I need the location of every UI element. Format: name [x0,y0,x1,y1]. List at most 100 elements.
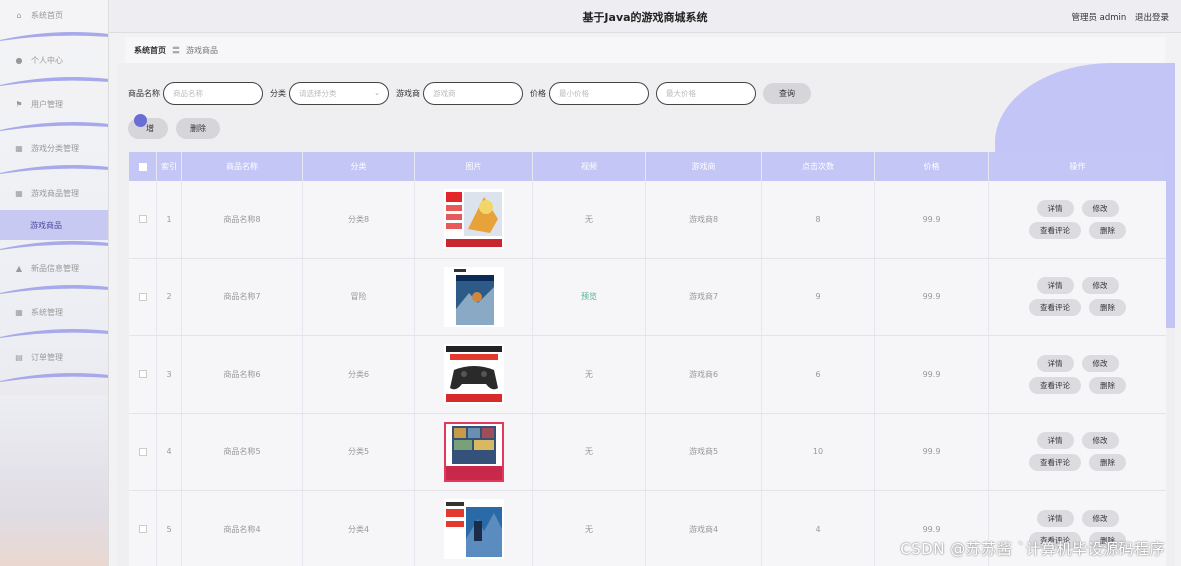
product-image[interactable] [443,189,504,250]
clicks-cell: 8 [762,181,875,258]
detail-button[interactable]: 详情 [1036,432,1074,450]
image-cell [415,181,533,258]
sidebar-item-label: 游戏分类管理 [31,143,79,153]
view-comments-button[interactable]: 查看评论 [1029,299,1081,317]
video-preview-link[interactable]: 预览 [581,291,597,302]
sidebar-item-users[interactable]: ⚑ 用户管理 [0,93,108,115]
bank-icon: ▲ [15,263,23,273]
sidebar-item-label: 订单管理 [31,352,63,362]
row-checkbox-cell [129,258,157,335]
main-content: 商品名称 商品名称 分类 请选择分类 ⌄ 游戏商 游戏商 价格 最小价格 最大价… [118,63,1175,566]
sidebar-divider [0,76,108,86]
name-cell: 商品名称7 [182,258,303,335]
select-all-checkbox[interactable] [138,162,147,171]
logout-link[interactable]: 退出登录 [1135,13,1169,23]
home-icon: ⌂ [16,10,22,20]
category-placeholder: 请选择分类 [299,88,337,98]
detail-button[interactable]: 详情 [1036,199,1074,217]
row-checkbox-cell [129,413,157,490]
edit-button[interactable]: 修改 [1081,432,1119,450]
row-checkbox[interactable] [138,292,147,301]
breadcrumb-separator: 〓 [172,45,180,55]
sidebar-divider [0,164,108,174]
view-comments-button[interactable]: 查看评论 [1029,454,1081,472]
query-button[interactable]: 查询 [763,82,811,104]
edit-button[interactable]: 修改 [1081,509,1119,527]
max-price-input[interactable]: 最大价格 [656,81,756,105]
add-button[interactable]: 增 [128,114,168,139]
row-checkbox-cell [129,491,157,566]
product-image[interactable] [443,421,504,482]
column-header: 商品名称 [182,152,303,181]
video-cell: 预览 [533,258,646,335]
select-all-checkbox-cell [129,152,157,181]
developer-cell: 游戏商8 [646,181,762,258]
view-comments-button[interactable]: 查看评论 [1029,221,1081,239]
sidebar-item-profile[interactable]: ● 个人中心 [0,49,108,71]
index-cell: 4 [157,413,182,490]
category-select[interactable]: 请选择分类 ⌄ [289,81,389,105]
category-cell: 分类8 [303,181,415,258]
table-row: 4 商品名称5 分类5 无 游戏商5 10 99.9 详情 修改 查看评论 删除 [129,413,1166,491]
product-image[interactable] [443,266,504,327]
sidebar-item-home[interactable]: ⌂ 系统首页 [0,4,108,26]
edit-button[interactable]: 修改 [1081,354,1119,372]
user-icon: ● [15,55,23,65]
search-form: 商品名称 商品名称 分类 请选择分类 ⌄ 游戏商 游戏商 价格 最小价格 最大价… [128,81,811,105]
delete-button[interactable]: 删除 [176,118,220,139]
image-cell [415,491,533,566]
row-checkbox[interactable] [138,525,147,534]
sidebar-item-orders[interactable]: ▤ 订单管理 [0,346,108,368]
clicks-cell: 10 [762,413,875,490]
sidebar-item-label: 系统管理 [31,307,63,317]
sidebar-divider [0,284,108,294]
sidebar-item-label: 新品信息管理 [31,263,79,273]
table-row: 3 商品名称6 分类6 无 游戏商6 6 99.9 详情修改 查看评论 删除 [129,336,1166,414]
sidebar-item-products[interactable]: 游戏商品 [0,210,108,240]
row-checkbox[interactable] [138,370,147,379]
action-bar: 增 删除 [128,114,228,139]
category-cell: 分类4 [303,491,415,566]
developer-cell: 游戏商5 [646,413,762,490]
row-delete-button[interactable]: 删除 [1089,454,1126,472]
row-delete-button[interactable]: 删除 [1089,376,1126,394]
product-image[interactable] [443,499,504,560]
table-header: 索引 商品名称 分类 图片 视频 游戏商 点击次数 价格 操作 [129,152,1166,181]
clicks-cell: 4 [762,491,875,566]
sidebar-item-category-mgmt[interactable]: ▦ 游戏分类管理 [0,137,108,159]
row-delete-button[interactable]: 删除 [1089,299,1126,317]
developer-label: 游戏商 [396,88,420,98]
detail-button[interactable]: 详情 [1036,354,1074,372]
video-cell: 无 [533,413,646,490]
edit-button[interactable]: 修改 [1081,199,1119,217]
detail-button[interactable]: 详情 [1036,509,1074,527]
clicks-cell: 6 [762,336,875,413]
price-cell: 99.9 [875,336,989,413]
developer-cell: 游戏商7 [646,258,762,335]
min-price-input[interactable]: 最小价格 [549,81,649,105]
breadcrumb-current: 游戏商品 [186,45,218,55]
row-checkbox[interactable] [138,215,147,224]
developer-cell: 游戏商6 [646,336,762,413]
video-cell: 无 [533,491,646,566]
detail-button[interactable]: 详情 [1036,277,1074,295]
sidebar-item-news-mgmt[interactable]: ▲ 新品信息管理 [0,257,108,279]
view-comments-button[interactable]: 查看评论 [1029,376,1081,394]
name-input[interactable]: 商品名称 [163,81,263,105]
row-checkbox[interactable] [138,447,147,456]
ops-cell: 详情 修改 查看评论 删除 [989,259,1166,336]
sidebar-divider [0,31,108,41]
sidebar-divider [0,240,108,250]
row-delete-button[interactable]: 删除 [1089,221,1126,239]
edit-button[interactable]: 修改 [1081,277,1119,295]
developer-input[interactable]: 游戏商 [423,81,523,105]
sidebar: ⌂ 系统首页 ● 个人中心 ⚑ 用户管理 ▦ 游戏分类管理 ▦ 游戏商品管理 游… [0,0,109,566]
name-label: 商品名称 [128,88,160,98]
add-button-label: 增 [146,124,154,133]
breadcrumb-home[interactable]: 系统首页 [134,45,166,56]
sidebar-item-system-mgmt[interactable]: ▦ 系统管理 [0,301,108,323]
video-cell: 无 [533,181,646,258]
product-image[interactable] [443,344,504,405]
sidebar-item-product-mgmt[interactable]: ▦ 游戏商品管理 [0,182,108,204]
price-cell: 99.9 [875,413,989,490]
